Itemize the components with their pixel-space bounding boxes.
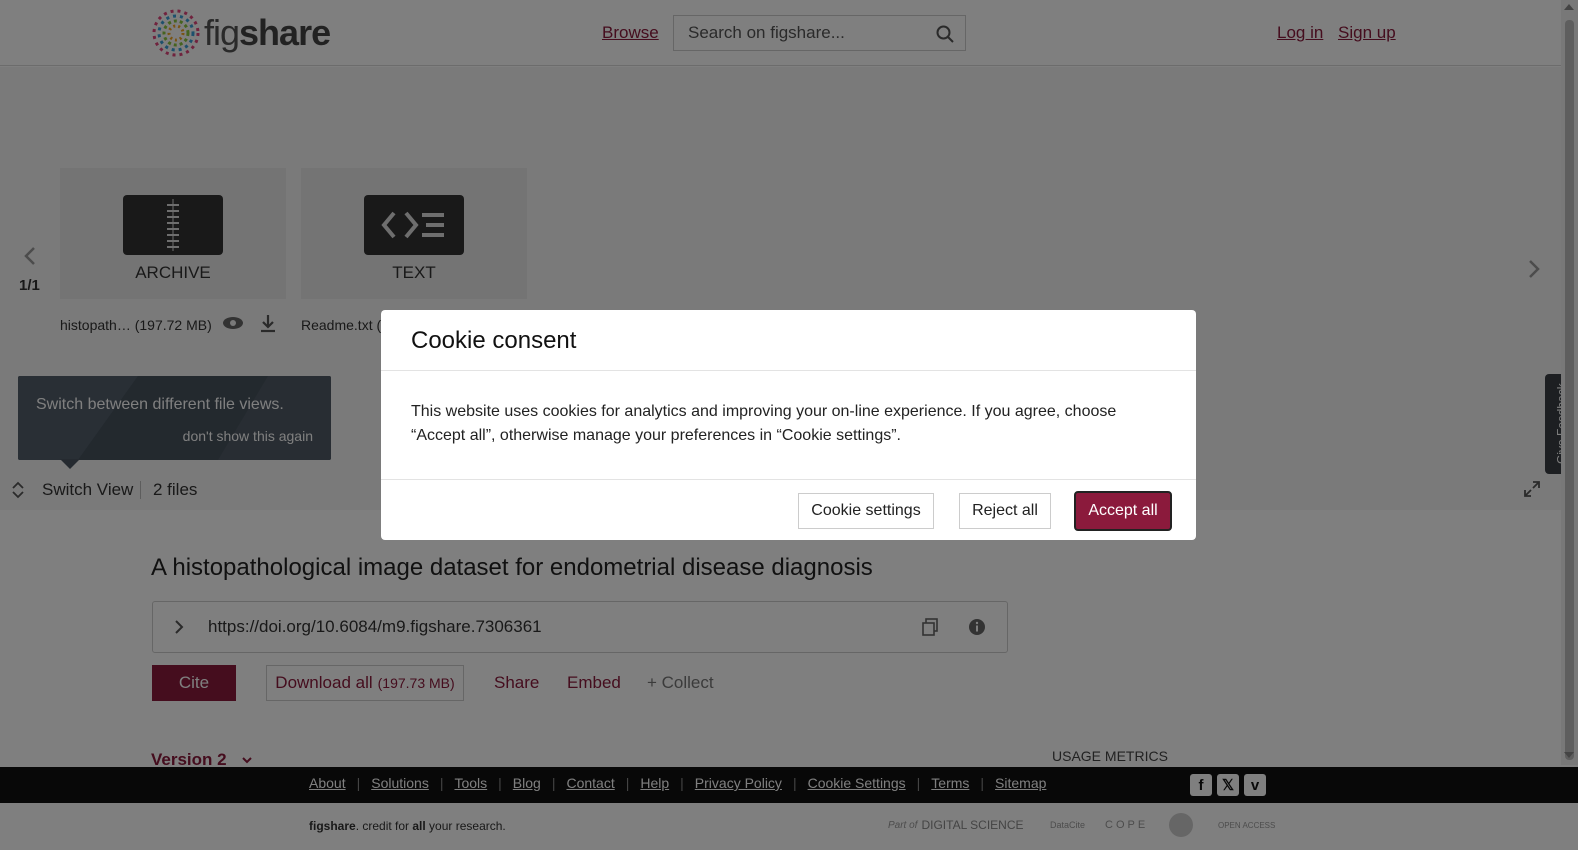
dialog-body: This website uses cookies for analytics … <box>411 403 1117 444</box>
dialog-title: Cookie consent <box>411 327 577 354</box>
accept-all-button[interactable]: Accept all <box>1074 491 1172 531</box>
cookie-settings-button[interactable]: Cookie settings <box>798 493 934 529</box>
divider <box>381 479 1196 480</box>
reject-all-button[interactable]: Reject all <box>959 493 1051 529</box>
divider <box>381 370 1196 371</box>
cookie-consent-dialog: Cookie consent This website uses cookies… <box>381 310 1196 540</box>
